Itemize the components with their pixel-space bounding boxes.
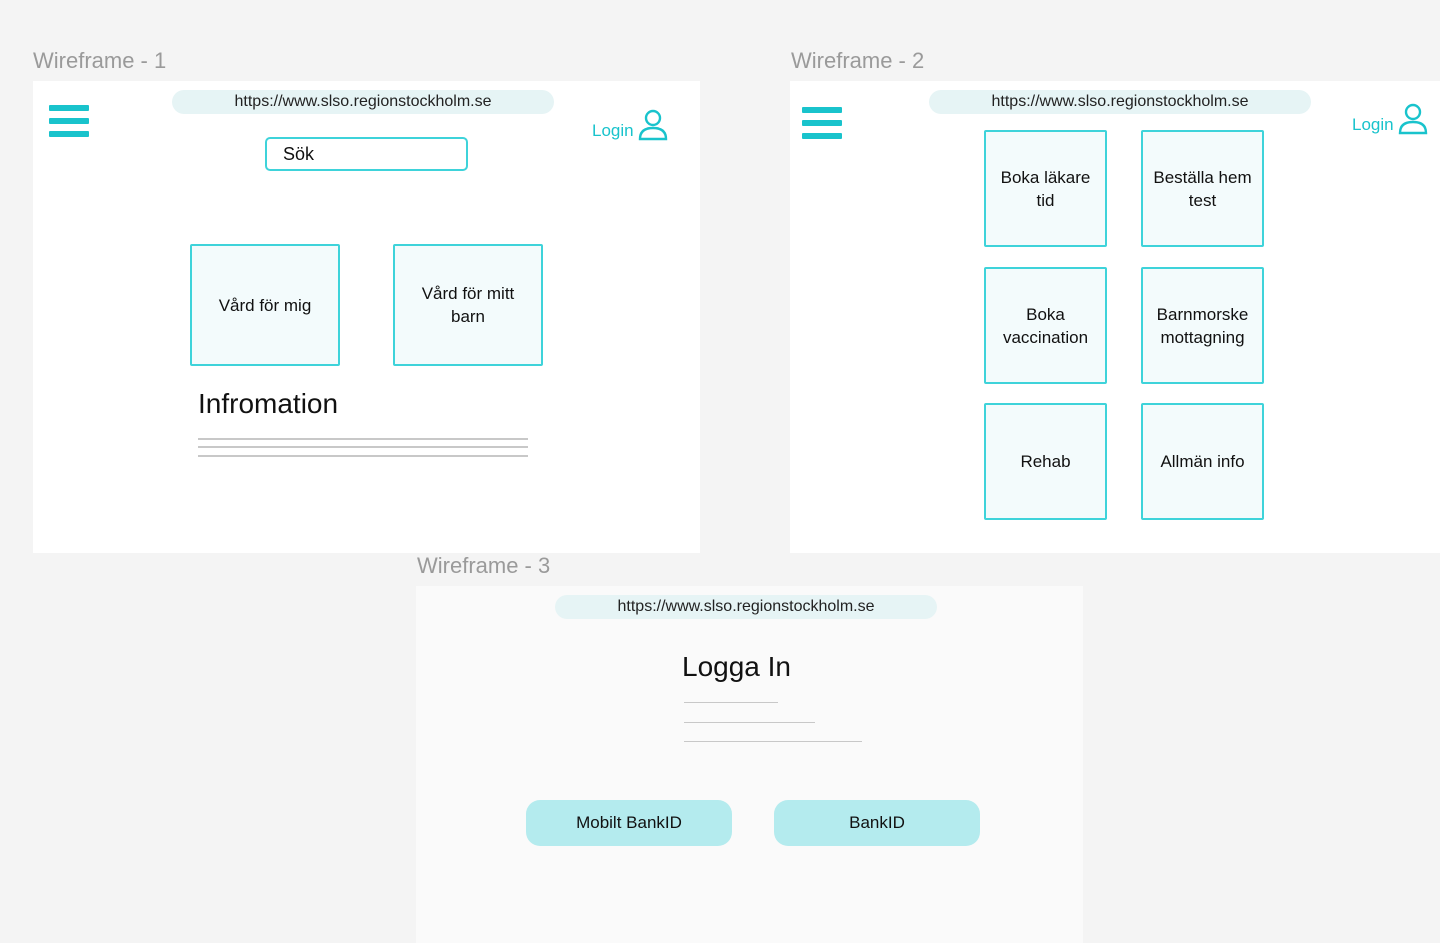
mobilt-bankid-button[interactable]: Mobilt BankID [526, 800, 732, 846]
wireframe-3: https://www.slso.regionstockholm.se Logg… [416, 586, 1083, 943]
tile-boka-vaccination[interactable]: Boka vaccination [984, 267, 1107, 384]
wireframe-1: https://www.slso.regionstockholm.se Logi… [33, 81, 700, 553]
login-label: Login [1352, 115, 1394, 134]
input-placeholder-line[interactable] [684, 741, 862, 742]
user-icon [1398, 103, 1427, 135]
input-placeholder-line[interactable] [684, 722, 815, 723]
url-bar[interactable]: https://www.slso.regionstockholm.se [929, 90, 1311, 114]
tile-vard-for-mig[interactable]: Vård för mig [190, 244, 340, 366]
text-placeholder-line [198, 446, 528, 448]
wireframe-1-label: Wireframe - 1 [33, 48, 167, 73]
tile-boka-lakare-tid[interactable]: Boka läkare tid [984, 130, 1107, 247]
url-bar[interactable]: https://www.slso.regionstockholm.se [172, 90, 554, 114]
wireframe-3-label: Wireframe - 3 [417, 553, 551, 578]
tile-rehab[interactable]: Rehab [984, 403, 1107, 520]
tile-barnmorske-mottagning[interactable]: Barnmorske mottagning [1141, 267, 1264, 384]
hamburger-menu-icon[interactable] [802, 107, 842, 139]
login-title: Logga In [682, 651, 791, 682]
tile-allman-info[interactable]: Allmän info [1141, 403, 1264, 520]
login-link[interactable]: Login [1352, 103, 1428, 135]
wireframe-2-label: Wireframe - 2 [791, 48, 925, 73]
text-placeholder-line [198, 455, 528, 457]
user-icon [638, 109, 667, 141]
bankid-button[interactable]: BankID [774, 800, 980, 846]
search-input[interactable]: Sök [265, 137, 468, 171]
text-placeholder-line [198, 438, 528, 440]
input-placeholder-line[interactable] [684, 702, 778, 703]
login-label: Login [592, 121, 634, 140]
login-link[interactable]: Login [592, 109, 668, 141]
url-bar[interactable]: https://www.slso.regionstockholm.se [555, 595, 937, 619]
tile-vard-for-mitt-barn[interactable]: Vård för mitt barn [393, 244, 543, 366]
information-heading: Infromation [198, 388, 339, 419]
wireframe-2: https://www.slso.regionstockholm.se Logi… [790, 81, 1440, 553]
tile-bestalla-hem-test[interactable]: Beställa hem test [1141, 130, 1264, 247]
hamburger-menu-icon[interactable] [49, 105, 89, 137]
